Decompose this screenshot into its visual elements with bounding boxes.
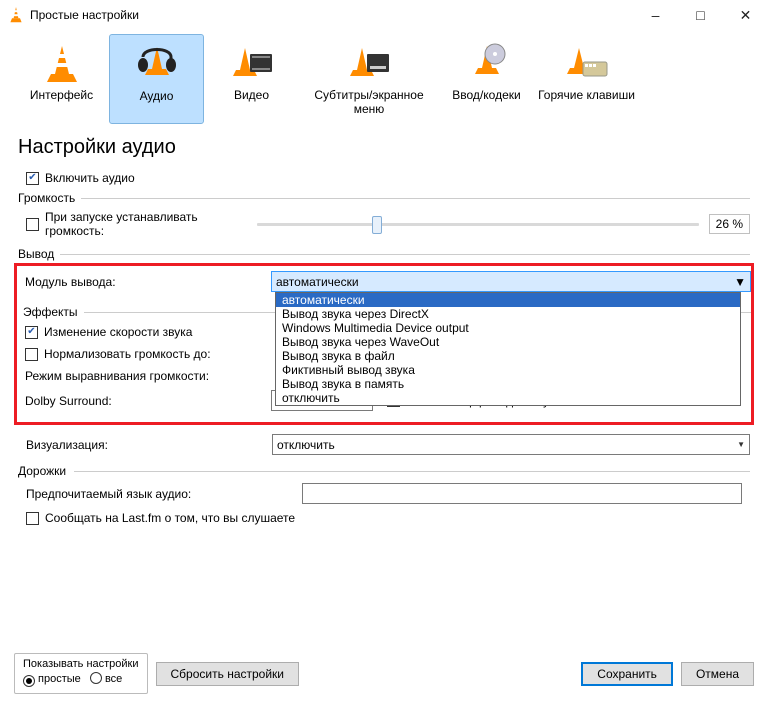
normalize-checkbox[interactable]	[25, 348, 38, 361]
page-title: Настройки аудио	[18, 136, 750, 159]
visualization-label: Визуализация:	[26, 438, 272, 452]
speed-change-checkbox[interactable]	[25, 326, 38, 339]
headphones-cone-icon	[135, 43, 179, 85]
minimize-button[interactable]: –	[633, 0, 678, 30]
dropdown-option[interactable]: Windows Multimedia Device output	[276, 321, 740, 335]
keyboard-cone-icon	[565, 44, 609, 84]
highlight-box: Модуль вывода: автоматически ▼ автоматич…	[14, 263, 754, 425]
output-module-select[interactable]: автоматически ▼	[271, 271, 751, 292]
reset-button[interactable]: Сбросить настройки	[156, 662, 299, 686]
dolby-label: Dolby Surround:	[25, 394, 271, 408]
visualization-select[interactable]: отключить▼	[272, 434, 750, 455]
content: Настройки аудио Включить аудио Громкость…	[0, 124, 768, 529]
dropdown-option[interactable]: Фиктивный вывод звука	[276, 363, 740, 377]
startup-volume-label: При запуске устанавливать громкость:	[45, 210, 251, 238]
dropdown-option[interactable]: автоматически	[276, 293, 740, 307]
output-module-row: Модуль вывода: автоматически ▼	[17, 268, 751, 295]
subtitle-cone-icon	[347, 44, 391, 84]
dropdown-option[interactable]: Вывод звука в файл	[276, 349, 740, 363]
volume-slider[interactable]	[257, 223, 699, 226]
maximize-button[interactable]: □	[678, 0, 723, 30]
output-module-dropdown[interactable]: автоматически Вывод звука через DirectX …	[275, 292, 741, 406]
startup-volume-checkbox[interactable]	[26, 218, 39, 231]
audio-lang-input[interactable]	[302, 483, 742, 504]
enable-audio-label: Включить аудио	[45, 171, 135, 185]
group-volume: Громкость	[18, 191, 750, 205]
output-module-label: Модуль вывода:	[25, 275, 271, 289]
dropdown-option[interactable]: Вывод звука в память	[276, 377, 740, 391]
audio-lang-row: Предпочитаемый язык аудио:	[18, 480, 750, 507]
footer: Показывать настройки простые все Сбросит…	[0, 647, 768, 694]
radio-simple[interactable]	[23, 675, 35, 687]
radio-all[interactable]	[90, 672, 102, 684]
titlebar: Простые настройки – □ ✕	[0, 0, 768, 30]
enable-audio-row: Включить аудио	[18, 171, 750, 185]
show-settings-label: Показывать настройки	[23, 658, 139, 670]
normalize-label: Нормализовать громкость до:	[44, 347, 211, 361]
disc-cone-icon	[467, 42, 507, 84]
chevron-down-icon: ▼	[737, 440, 745, 449]
tab-hotkeys[interactable]: Горячие клавиши	[534, 34, 639, 124]
dropdown-option[interactable]: Вывод звука через WaveOut	[276, 335, 740, 349]
replaygain-label: Режим выравнивания громкости:	[25, 369, 271, 383]
volume-value: 26 %	[709, 214, 750, 234]
chevron-down-icon: ▼	[734, 275, 746, 289]
lastfm-row: Сообщать на Last.fm о том, что вы слушае…	[18, 507, 750, 529]
tab-video[interactable]: Видео	[204, 34, 299, 124]
vlc-icon	[8, 7, 24, 23]
close-button[interactable]: ✕	[723, 0, 768, 30]
cone-icon	[45, 44, 79, 84]
window-title: Простые настройки	[30, 8, 139, 22]
enable-audio-checkbox[interactable]	[26, 172, 39, 185]
show-settings-group: Показывать настройки простые все	[14, 653, 148, 694]
audio-lang-label: Предпочитаемый язык аудио:	[26, 487, 302, 501]
dropdown-option[interactable]: Вывод звука через DirectX	[276, 307, 740, 321]
lastfm-label: Сообщать на Last.fm о том, что вы слушае…	[45, 511, 295, 525]
film-cone-icon	[230, 44, 274, 84]
speed-change-label: Изменение скорости звука	[44, 325, 192, 339]
group-tracks: Дорожки	[18, 464, 750, 478]
cancel-button[interactable]: Отмена	[681, 662, 754, 686]
tab-input-codecs[interactable]: Ввод/кодеки	[439, 34, 534, 124]
tabs: Интерфейс Аудио Видео Субтитры/экранное …	[0, 30, 768, 124]
lastfm-checkbox[interactable]	[26, 512, 39, 525]
dropdown-option[interactable]: отключить	[276, 391, 740, 405]
tab-subtitles[interactable]: Субтитры/экранное меню	[299, 34, 439, 124]
startup-volume-row: При запуске устанавливать громкость: 26 …	[18, 207, 750, 241]
visualization-row: Визуализация: отключить▼	[18, 431, 750, 458]
save-button[interactable]: Сохранить	[581, 662, 673, 686]
group-output: Вывод	[18, 247, 750, 261]
tab-audio[interactable]: Аудио	[109, 34, 204, 124]
tab-interface[interactable]: Интерфейс	[14, 34, 109, 124]
